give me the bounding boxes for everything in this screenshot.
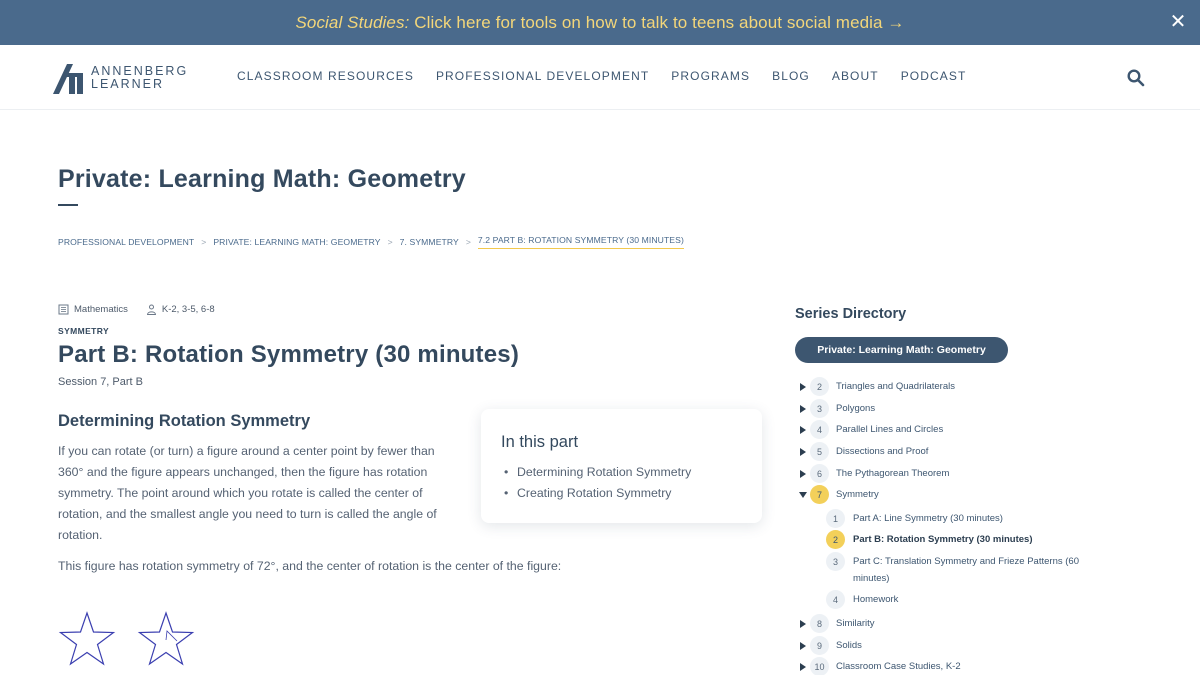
toc-item[interactable]: Creating Rotation Symmetry [501, 483, 742, 504]
section-heading: Determining Rotation Symmetry [58, 412, 311, 430]
session-eyebrow: SYMMETRY [58, 326, 110, 336]
caret-right-icon[interactable] [798, 382, 808, 392]
part-label: Part C: Translation Symmetry and Frieze … [853, 556, 1079, 584]
session-label: Polygons [836, 403, 876, 414]
main-nav: CLASSROOM RESOURCES PROFESSIONAL DEVELOP… [237, 69, 988, 83]
caret-right-icon[interactable] [798, 404, 808, 414]
caret-right-icon[interactable] [798, 662, 808, 672]
banner-link[interactable]: Social Studies: Click here for tools on … [295, 13, 904, 33]
part-title: Part B: Rotation Symmetry (30 minutes) [58, 341, 520, 368]
banner-prefix: Social Studies: [295, 12, 410, 32]
caret-right-icon[interactable] [798, 447, 808, 457]
session-number: 2 [810, 377, 829, 396]
rotated-star-figure [137, 611, 195, 666]
banner-text: Click here for tools on how to talk to t… [409, 12, 905, 32]
nav-programs[interactable]: PROGRAMS [671, 69, 750, 83]
session-number: 5 [810, 442, 829, 461]
search-button[interactable] [1127, 69, 1145, 87]
announcement-banner: Social Studies: Click here for tools on … [0, 0, 1200, 45]
logo-mark-icon [53, 64, 83, 94]
directory-session-item[interactable]: 10 Classroom Case Studies, K-2 [798, 657, 961, 675]
breadcrumb: PROFESSIONAL DEVELOPMENT > PRIVATE: LEAR… [58, 235, 684, 249]
directory-session-item[interactable]: 4 Parallel Lines and Circles [798, 420, 943, 439]
directory-session-item[interactable]: 9 Solids [798, 636, 862, 655]
search-icon [1127, 69, 1145, 87]
part-label: Homework [853, 594, 899, 605]
star-figure [58, 611, 116, 666]
toc-title: In this part [501, 433, 579, 451]
directory-part-item-current[interactable]: 2 Part B: Rotation Symmetry (30 minutes) [826, 530, 1032, 549]
directory-session-item[interactable]: 2 Triangles and Quadrilaterals [798, 377, 955, 396]
directory-session-item[interactable]: 6 The Pythagorean Theorem [798, 464, 949, 483]
part-label: Part B: Rotation Symmetry (30 minutes) [853, 534, 1033, 545]
directory-session-item[interactable]: 3 Polygons [798, 399, 875, 418]
caret-right-icon[interactable] [798, 425, 808, 435]
toc-list: Determining Rotation Symmetry Creating R… [501, 462, 742, 504]
caret-down-icon[interactable] [798, 490, 808, 500]
part-number: 3 [826, 552, 845, 571]
nav-blog[interactable]: BLOG [772, 69, 810, 83]
grades-tag: K-2, 3-5, 6-8 [146, 304, 215, 315]
logo-line-2: LEARNER [91, 77, 165, 91]
caret-right-icon[interactable] [798, 619, 808, 629]
session-number: 7 [810, 485, 829, 504]
session-label: Similarity [836, 618, 875, 629]
part-number: 4 [826, 590, 845, 609]
grades-label: K-2, 3-5, 6-8 [161, 304, 215, 315]
breadcrumb-current[interactable]: 7.2 PART B: ROTATION SYMMETRY (30 MINUTE… [477, 235, 684, 249]
book-icon [58, 304, 69, 315]
nav-classroom-resources[interactable]: CLASSROOM RESOURCES [237, 69, 414, 83]
caret-right-icon[interactable] [798, 641, 808, 651]
title-divider [58, 204, 78, 206]
close-icon[interactable]: ✕ [1166, 10, 1190, 34]
subject-tag: Mathematics [58, 304, 128, 315]
session-number: 9 [810, 636, 829, 655]
session-number: 8 [810, 614, 829, 633]
session-label: The Pythagorean Theorem [836, 468, 950, 479]
logo[interactable]: ANNENBERG LEARNER [51, 61, 188, 95]
directory-part-item[interactable]: 1 Part A: Line Symmetry (30 minutes) [826, 509, 1003, 528]
caret-right-icon[interactable] [798, 469, 808, 479]
session-number: 4 [810, 420, 829, 439]
session-number: 6 [810, 464, 829, 483]
directory-session-item-expanded[interactable]: 7 Symmetry [798, 485, 879, 504]
directory-session-item[interactable]: 8 Similarity [798, 614, 875, 633]
part-number: 1 [826, 509, 845, 528]
logo-wordmark: ANNENBERG LEARNER [91, 65, 188, 91]
toc-item[interactable]: Determining Rotation Symmetry [501, 462, 742, 483]
breadcrumb-item[interactable]: PROFESSIONAL DEVELOPMENT [58, 237, 194, 247]
session-label: Classroom Case Studies, K-2 [836, 661, 961, 672]
directory-session-item[interactable]: 5 Dissections and Proof [798, 442, 928, 461]
series-pill[interactable]: Private: Learning Math: Geometry [795, 337, 1008, 363]
breadcrumb-separator: > [387, 237, 393, 247]
resource-meta: Mathematics K-2, 3-5, 6-8 [58, 304, 233, 315]
directory-part-item[interactable]: 3 Part C: Translation Symmetry and Friez… [826, 552, 1096, 587]
breadcrumb-separator: > [465, 237, 471, 247]
session-label: Parallel Lines and Circles [836, 424, 944, 435]
breadcrumb-separator: > [201, 237, 207, 247]
session-label: Session 7, Part B [58, 376, 143, 388]
body-paragraph: This figure has rotation symmetry of 72°… [58, 559, 562, 573]
breadcrumb-item[interactable]: 7. SYMMETRY [400, 237, 459, 247]
part-label: Part A: Line Symmetry (30 minutes) [853, 513, 1003, 524]
nav-about[interactable]: ABOUT [832, 69, 879, 83]
student-icon [146, 304, 156, 315]
subject-label: Mathematics [74, 304, 128, 315]
session-label: Dissections and Proof [836, 446, 929, 457]
body-paragraph: If you can rotate (or turn) a figure aro… [58, 444, 437, 542]
page-title: Private: Learning Math: Geometry [58, 165, 466, 193]
nav-podcast[interactable]: PODCAST [901, 69, 967, 83]
part-number: 2 [826, 530, 845, 549]
in-this-part-card: In this part Determining Rotation Symmet… [481, 409, 762, 523]
series-directory-title: Series Directory [795, 306, 907, 322]
site-header: ANNENBERG LEARNER CLASSROOM RESOURCES PR… [0, 45, 1200, 110]
session-number: 3 [810, 399, 829, 418]
session-number: 10 [810, 657, 829, 675]
session-label: Symmetry [836, 489, 879, 500]
session-label: Solids [836, 640, 862, 651]
breadcrumb-item[interactable]: PRIVATE: LEARNING MATH: GEOMETRY [213, 237, 380, 247]
nav-professional-development[interactable]: PROFESSIONAL DEVELOPMENT [436, 69, 649, 83]
session-label: Triangles and Quadrilaterals [836, 381, 955, 392]
directory-part-item[interactable]: 4 Homework [826, 590, 898, 609]
